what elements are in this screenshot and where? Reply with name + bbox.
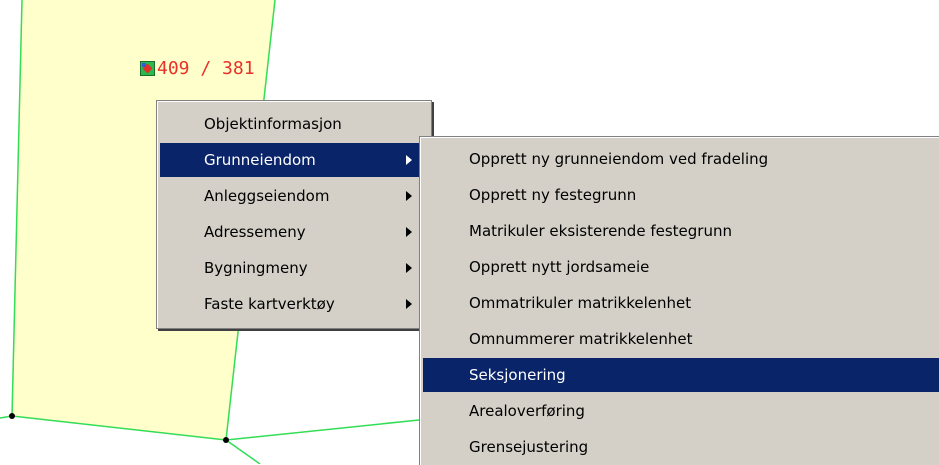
submenu-item-ommatrikuler[interactable]: Ommatrikuler matrikkelenhet (423, 286, 939, 320)
submenu-arrow-icon (406, 191, 412, 201)
submenu-item-omnummerer[interactable]: Omnummerer matrikkelenhet (423, 322, 939, 356)
boundary-line-east (225, 419, 420, 441)
boundary-vertex[interactable] (223, 437, 229, 443)
submenu-item-grensejustering[interactable]: Grensejustering (423, 430, 939, 464)
menu-item-objektinformasjon[interactable]: Objektinformasjon (160, 107, 428, 141)
submenu-item-opprett-jordsameie[interactable]: Opprett nytt jordsameie (423, 250, 939, 284)
context-menu: Objektinformasjon Grunneiendom Anleggsei… (156, 100, 432, 329)
parcel-number-text: 409 / 381 (157, 57, 255, 79)
menu-item-label: Faste kartverktøy (204, 295, 335, 313)
submenu-arrow-icon (406, 263, 412, 273)
menu-item-label: Bygningmeny (204, 259, 308, 277)
submenu-item-opprett-festegrunn[interactable]: Opprett ny festegrunn (423, 178, 939, 212)
submenu-item-label: Opprett nytt jordsameie (469, 258, 650, 276)
boundary-vertex[interactable] (9, 413, 15, 419)
menu-item-anleggseiendom[interactable]: Anleggseiendom (160, 179, 428, 213)
submenu-arrow-icon (406, 155, 412, 165)
submenu-item-label: Ommatrikuler matrikkelenhet (469, 294, 692, 312)
submenu-item-label: Seksjonering (469, 366, 566, 384)
submenu-item-label: Grensejustering (469, 438, 589, 456)
submenu-item-label: Arealoverføring (469, 402, 585, 420)
menu-item-grunneiendom[interactable]: Grunneiendom (160, 143, 428, 177)
menu-item-adressemeny[interactable]: Adressemeny (160, 215, 428, 249)
submenu-arrow-icon (406, 227, 412, 237)
submenu-item-arealoverforing[interactable]: Arealoverføring (423, 394, 939, 428)
submenu-grunneiendom: Opprett ny grunneiendom ved fradeling Op… (419, 136, 939, 465)
submenu-item-label: Matrikuler eksisterende festegrunn (469, 222, 732, 240)
submenu-item-seksjonering[interactable]: Seksjonering (423, 358, 939, 392)
boundary-line-south (225, 439, 261, 464)
menu-item-faste-kartverktoy[interactable]: Faste kartverktøy (160, 287, 428, 321)
submenu-arrow-icon (406, 299, 412, 309)
submenu-item-label: Omnummerer matrikkelenhet (469, 330, 693, 348)
menu-item-label: Objektinformasjon (204, 115, 342, 133)
menu-item-label: Adressemeny (204, 223, 306, 241)
parcel-label: 409 / 381 (140, 57, 255, 79)
menu-item-label: Anleggseiendom (204, 187, 330, 205)
submenu-item-label: Opprett ny grunneiendom ved fradeling (469, 150, 769, 168)
submenu-item-label: Opprett ny festegrunn (469, 186, 637, 204)
submenu-item-matrikuler-festegrunn[interactable]: Matrikuler eksisterende festegrunn (423, 214, 939, 248)
submenu-item-opprett-grunneiendom[interactable]: Opprett ny grunneiendom ved fradeling (423, 142, 939, 176)
parcel-marker-icon (140, 60, 155, 76)
menu-item-bygningmeny[interactable]: Bygningmeny (160, 251, 428, 285)
menu-item-label: Grunneiendom (204, 151, 316, 169)
